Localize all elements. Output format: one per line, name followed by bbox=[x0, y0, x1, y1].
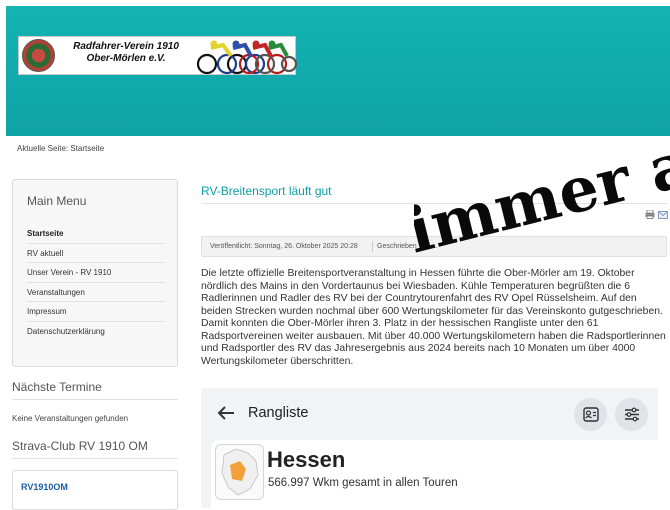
main-menu-title: Main Menu bbox=[27, 194, 87, 208]
filter-button bbox=[615, 398, 648, 431]
strava-widget: RV1910OM bbox=[12, 470, 178, 510]
termine-heading: Nächste Termine bbox=[12, 380, 178, 400]
contact-card-icon bbox=[583, 407, 599, 422]
article-body: Die letzte offizielle Breitensportverans… bbox=[201, 268, 669, 368]
termine-empty-text: Keine Veranstaltungen gefunden bbox=[12, 414, 129, 423]
hessen-map-icon bbox=[215, 444, 264, 500]
region-name: Hessen bbox=[267, 447, 346, 472]
region-card: Hessen 566.997 Wkm gesamt in allen Toure… bbox=[211, 440, 658, 508]
author-info: Geschrieben von ... bbox=[377, 243, 438, 250]
strava-club-link[interactable]: RV1910OM bbox=[21, 482, 68, 492]
rangliste-app-image: Rangliste Hessen 566.997 Wkm gesamt in a… bbox=[201, 388, 658, 508]
main-menu-list: Startseite RV aktuell Unser Verein - RV … bbox=[27, 224, 165, 342]
filter-sliders-icon bbox=[625, 407, 639, 422]
body-line: Wertungskilometer überschritten. bbox=[201, 355, 354, 367]
club-logo-banner[interactable]: Radfahrer-Verein 1910 Ober-Mörlen e.V. bbox=[18, 36, 297, 75]
body-line: Radlerinnen und Radler des RV bei der Co… bbox=[201, 293, 637, 305]
print-icon[interactable] bbox=[645, 210, 655, 219]
club-name-line1: Radfahrer-Verein 1910 bbox=[73, 41, 179, 52]
menu-item-unser-verein[interactable]: Unser Verein - RV 1910 bbox=[27, 263, 165, 283]
menu-item-datenschutz[interactable]: Datenschutzerklärung bbox=[27, 322, 165, 342]
meta-divider bbox=[372, 241, 373, 252]
body-line: beiden Strecken wurden nochmal über 600 … bbox=[201, 305, 663, 317]
cyclists-icon bbox=[196, 40, 297, 75]
back-arrow-icon bbox=[217, 406, 234, 420]
body-line: Damit konnten die Ober-Mörler ihren 3. P… bbox=[201, 318, 599, 330]
body-line: nördlich des Mains in den Vordertaunus b… bbox=[201, 280, 630, 292]
body-line: Radsportvereinen weiter ausbauen. Mit üb… bbox=[201, 330, 666, 342]
published-date: Veröffentlicht: Sonntag, 26. Oktober 202… bbox=[210, 243, 358, 250]
app-title: Rangliste bbox=[248, 405, 309, 421]
article-meta: Veröffentlicht: Sonntag, 26. Oktober 202… bbox=[201, 236, 667, 257]
menu-item-startseite[interactable]: Startseite bbox=[27, 224, 165, 244]
club-name: Radfahrer-Verein 1910 Ober-Mörlen e.V. bbox=[65, 41, 187, 65]
menu-item-impressum[interactable]: Impressum bbox=[27, 302, 165, 322]
club-crest-icon bbox=[22, 39, 55, 72]
body-line: Die letzte offizielle Breitensportverans… bbox=[201, 268, 635, 279]
menu-item-rv-aktuell[interactable]: RV aktuell bbox=[27, 244, 165, 264]
contact-card-button bbox=[574, 398, 607, 431]
club-name-line2: Ober-Mörlen e.V. bbox=[86, 53, 166, 64]
strava-heading: Strava-Club RV 1910 OM bbox=[12, 439, 178, 459]
body-line: und Radsportler des RV das Jahresergebni… bbox=[201, 343, 636, 355]
title-divider bbox=[201, 203, 667, 204]
article-title[interactable]: RV-Breitensport läuft gut bbox=[201, 184, 332, 198]
menu-item-veranstaltungen[interactable]: Veranstaltungen bbox=[27, 283, 165, 303]
main-menu: Main Menu Startseite RV aktuell Unser Ve… bbox=[12, 179, 178, 367]
breadcrumb: Aktuelle Seite: Startseite bbox=[17, 144, 105, 153]
email-icon[interactable] bbox=[658, 211, 668, 219]
site-header: Radfahrer-Verein 1910 Ober-Mörlen e.V. bbox=[6, 6, 670, 136]
region-stats: 566.997 Wkm gesamt in allen Touren bbox=[268, 477, 458, 489]
